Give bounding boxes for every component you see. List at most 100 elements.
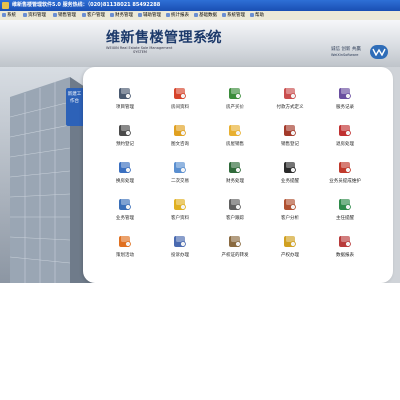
menu-icon [138, 12, 142, 17]
module-label: 策划活动 [116, 253, 134, 258]
window-title: 维新售楼管理软件5.0 服务热线：（020)81138021 85492288 [12, 2, 161, 8]
menu-item[interactable]: 客户管理 [82, 11, 105, 20]
module-button[interactable]: 数据报表 [323, 233, 367, 269]
menu-icon [250, 12, 254, 17]
app-window: 维新售楼管理软件5.0 服务热线：（020)81138021 85492288 … [0, 0, 400, 283]
menu-item-label: 资料管理 [28, 13, 46, 18]
menu-item[interactable]: 基础数据 [194, 11, 217, 20]
menu-icon [110, 12, 114, 17]
checkout-icon [337, 122, 353, 138]
module-label: 客户跟踪 [226, 216, 244, 221]
title-bar: 维新售楼管理软件5.0 服务热线：（020)81138021 85492288 [0, 0, 400, 11]
report-icon [337, 233, 353, 249]
module-button[interactable]: 房产买价 [213, 85, 257, 121]
brand-name: WeiXinSoftware [331, 53, 359, 57]
commission-icon [337, 159, 353, 175]
menu-item[interactable]: 财务管理 [110, 11, 133, 20]
module-button[interactable]: 产权证的转发 [213, 233, 257, 269]
menu-icon [2, 12, 6, 17]
menu-item[interactable]: 帮助 [250, 11, 264, 20]
customer-track-icon [227, 196, 243, 212]
module-button[interactable]: 预约登记 [103, 122, 147, 158]
finance-icon [227, 159, 243, 175]
module-label: 退房处理 [336, 142, 354, 147]
module-label: 数据报表 [336, 253, 354, 258]
menu-item[interactable]: 系统 [2, 11, 16, 20]
module-label: 业务管理 [116, 216, 134, 221]
payment-method-icon [282, 85, 298, 101]
module-button[interactable]: 投诉办理 [158, 233, 202, 269]
module-label: 房屋销售 [226, 142, 244, 147]
module-label: 服务记录 [336, 105, 354, 110]
menu-icon [166, 12, 170, 17]
menu-item[interactable]: 辅助管理 [138, 11, 161, 20]
menu-icon [82, 12, 86, 17]
module-button[interactable]: 业务管理 [103, 196, 147, 232]
module-button[interactable]: 财务处理 [213, 159, 257, 195]
brand-logo-icon [370, 45, 388, 59]
module-button[interactable]: 产权办理 [268, 233, 312, 269]
app-icon [2, 2, 9, 9]
customer-analysis-icon [282, 196, 298, 212]
module-button[interactable]: 销售登记 [268, 122, 312, 158]
menu-item-label: 系统管理 [227, 13, 245, 18]
module-button[interactable]: 客户分析 [268, 196, 312, 232]
module-label: 业务提醒 [281, 179, 299, 184]
module-button[interactable]: 项目管理 [103, 85, 147, 121]
property-icon [282, 233, 298, 249]
house-icon [172, 85, 188, 101]
module-button[interactable]: 业务员提成维护 [323, 159, 367, 195]
workbench-tab[interactable]: 新建工作台 [66, 88, 83, 126]
alert-icon [337, 196, 353, 212]
module-button[interactable]: 客户跟踪 [213, 196, 257, 232]
module-button[interactable]: 二次交易 [158, 159, 202, 195]
module-button[interactable]: 策划活动 [103, 233, 147, 269]
module-button[interactable]: 换房处理 [103, 159, 147, 195]
menu-item-label: 客户管理 [87, 13, 105, 18]
planning-icon [117, 233, 133, 249]
business-icon [117, 196, 133, 212]
module-label: 项目管理 [116, 105, 134, 110]
menu-item[interactable]: 系统管理 [222, 11, 245, 20]
header-banner: 维新售楼管理系统 5.0 WEIXIN Real Estate Sale Man… [0, 20, 400, 67]
menu-icon [53, 12, 57, 17]
resale-icon [172, 159, 188, 175]
price-icon [227, 85, 243, 101]
product-subtitle-2: SYSTEM [133, 50, 147, 54]
module-button[interactable]: 业务提醒 [268, 159, 312, 195]
module-button[interactable]: 服务记录 [323, 85, 367, 121]
menu-item-label: 基础数据 [199, 13, 217, 18]
module-button[interactable]: 退房处理 [323, 122, 367, 158]
module-label: 产权证的转发 [221, 253, 249, 258]
module-label: 二次交易 [171, 179, 189, 184]
module-label: 销售登记 [281, 142, 299, 147]
module-label: 主任提醒 [336, 216, 354, 221]
sale-icon [227, 122, 243, 138]
module-button[interactable]: 图文咨询 [158, 122, 202, 158]
module-panel: 项目管理 房间资料 房产买价 付款方式定义 服务记录预约登记 图文咨询 房屋销售 销售登记 退房… [83, 67, 393, 283]
module-button[interactable]: 客户资料 [158, 196, 202, 232]
certificate-icon [227, 233, 243, 249]
module-button[interactable]: 房间资料 [158, 85, 202, 121]
change-room-icon [117, 159, 133, 175]
menu-item[interactable]: 统计报表 [166, 11, 189, 20]
module-label: 付款方式定义 [276, 105, 304, 110]
module-label: 客户资料 [171, 216, 189, 221]
menu-item-label: 帮助 [255, 13, 264, 18]
module-label: 财务处理 [226, 179, 244, 184]
module-label: 投诉办理 [171, 253, 189, 258]
module-button[interactable]: 付款方式定义 [268, 85, 312, 121]
module-label: 房间资料 [171, 105, 189, 110]
sale-register-icon [282, 122, 298, 138]
complaint-icon [172, 233, 188, 249]
menu-item-label: 销售管理 [58, 13, 76, 18]
module-button[interactable]: 房屋销售 [213, 122, 257, 158]
menu-item[interactable]: 销售管理 [53, 11, 76, 20]
module-label: 产权办理 [281, 253, 299, 258]
reminder-icon [282, 159, 298, 175]
menu-icon [194, 12, 198, 17]
module-button[interactable]: 主任提醒 [323, 196, 367, 232]
menu-item-label: 辅助管理 [143, 13, 161, 18]
menu-item-label: 系统 [7, 13, 16, 18]
menu-item[interactable]: 资料管理 [23, 11, 46, 20]
